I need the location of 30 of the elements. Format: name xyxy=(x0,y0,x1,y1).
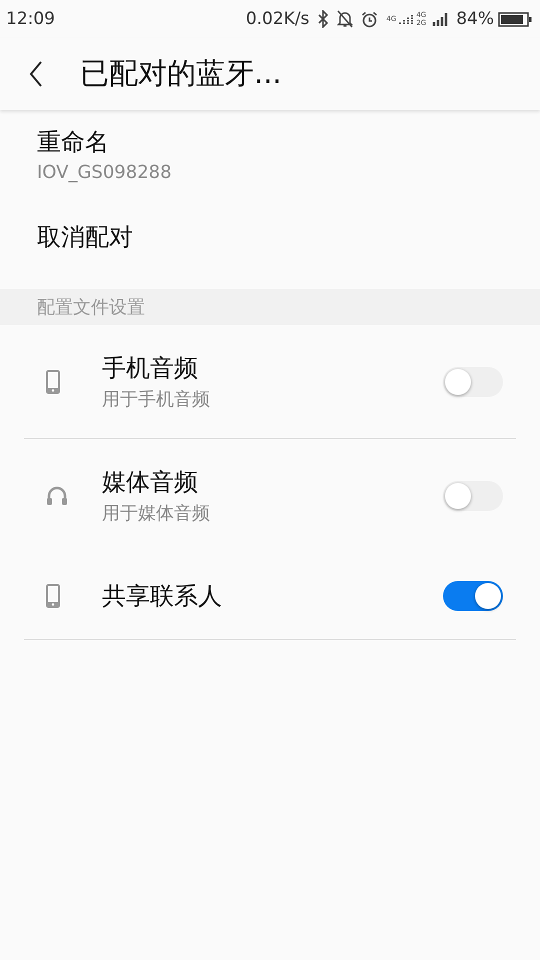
back-icon xyxy=(29,61,43,87)
profile-title: 媒体音频 xyxy=(102,467,199,498)
toggle-switch[interactable] xyxy=(443,581,503,611)
phone-icon xyxy=(46,370,60,394)
alarm-icon xyxy=(361,10,378,28)
profile-title: 共享联系人 xyxy=(102,581,223,612)
battery-percent: 84% xyxy=(456,9,494,29)
signal-icon xyxy=(398,12,414,26)
battery-icon xyxy=(498,12,532,26)
device-name: IOV_GS098288 xyxy=(37,162,173,183)
profile-subtitle: 用于媒体音频 xyxy=(102,502,211,525)
phone-icon xyxy=(46,584,60,608)
item-title: 取消配对 xyxy=(37,222,134,253)
unpair-item[interactable]: 取消配对 xyxy=(0,183,540,283)
network-speed: 0.02K/s xyxy=(246,9,310,29)
toggle-switch[interactable] xyxy=(443,480,503,510)
bell-muted-icon xyxy=(337,10,354,28)
bluetooth-icon xyxy=(317,10,330,28)
profile-row[interactable]: 共享联系人 xyxy=(24,553,516,640)
profile-subtitle: 用于手机音频 xyxy=(102,388,211,411)
page-title: 已配对的蓝牙... xyxy=(80,55,282,92)
item-title: 重命名 xyxy=(37,127,110,158)
toggle-switch[interactable] xyxy=(443,366,503,396)
rename-item[interactable]: 重命名 IOV_GS098288 xyxy=(0,110,540,183)
section-title: 配置文件设置 xyxy=(37,296,145,319)
status-time: 12:09 xyxy=(6,9,55,29)
headphones-icon xyxy=(46,486,68,506)
profile-title: 手机音频 xyxy=(102,353,199,384)
profile-row[interactable]: 媒体音频 用于媒体音频 xyxy=(24,439,516,553)
profile-row[interactable]: 手机音频 用于手机音频 xyxy=(24,325,516,439)
